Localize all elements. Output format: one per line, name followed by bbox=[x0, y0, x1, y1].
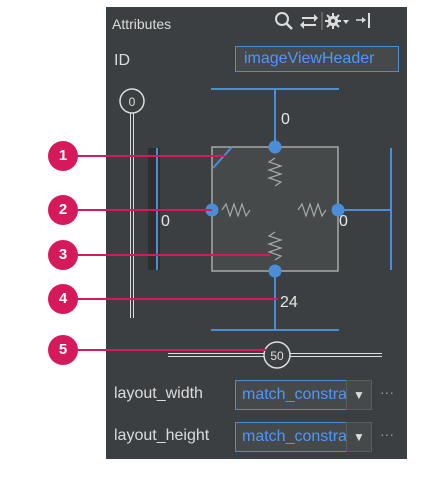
margin-end-value[interactable]: 0 bbox=[339, 213, 348, 231]
callout-badge-3: 3 bbox=[48, 240, 78, 270]
layout-height-label: layout_height bbox=[114, 427, 210, 444]
callout-badge-2: 2 bbox=[48, 195, 78, 225]
layout-height-dropdown-button[interactable]: ▼ bbox=[346, 422, 372, 452]
layout-width-dropdown-button[interactable]: ▼ bbox=[346, 380, 372, 410]
layout-height-select[interactable]: match_constraint bbox=[235, 422, 347, 452]
layout-width-select[interactable]: match_constraint bbox=[235, 380, 347, 410]
margin-top-value[interactable]: 0 bbox=[281, 111, 290, 129]
layout-width-value: match_constraint bbox=[242, 386, 347, 403]
bottom-constraint-handle[interactable] bbox=[268, 264, 282, 278]
top-constraint-handle[interactable] bbox=[268, 140, 282, 154]
callout-badge-1: 1 bbox=[48, 141, 78, 171]
margin-start-value[interactable]: 0 bbox=[161, 213, 170, 231]
callout-badge-5: 5 bbox=[48, 335, 78, 365]
layout-height-value: match_constraint bbox=[242, 428, 347, 445]
margin-bottom-value[interactable]: 24 bbox=[280, 294, 298, 312]
vertical-bias-value: 0 bbox=[128, 95, 136, 109]
callout-badge-4: 4 bbox=[48, 284, 78, 314]
layout-width-more-button[interactable]: ··· bbox=[380, 384, 394, 400]
layout-width-label: layout_width bbox=[114, 385, 203, 402]
layout-height-more-button[interactable]: ··· bbox=[380, 426, 394, 442]
horizontal-bias-value: 50 bbox=[270, 349, 284, 363]
